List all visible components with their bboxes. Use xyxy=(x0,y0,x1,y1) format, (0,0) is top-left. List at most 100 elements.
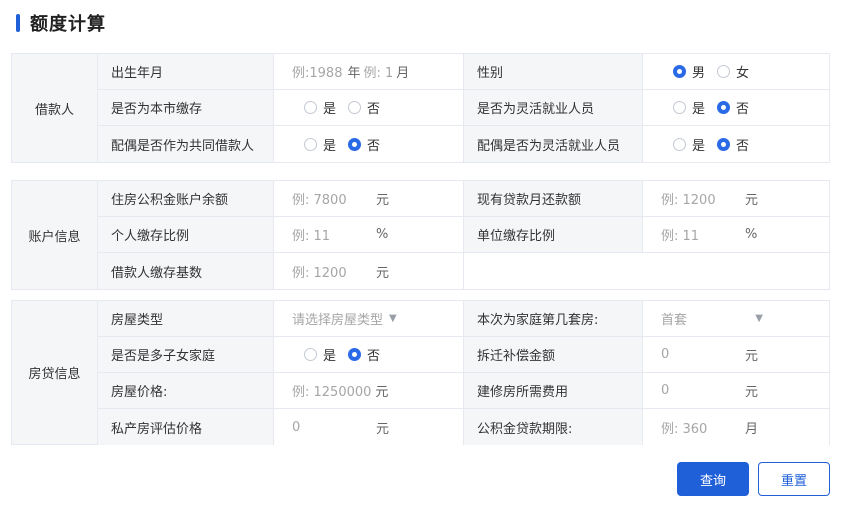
no-text: 否 xyxy=(736,138,750,154)
employer-ratio-field: 例: 11 % xyxy=(642,217,829,252)
gender-male-radio[interactable]: 男 xyxy=(673,62,705,81)
gender-female-radio[interactable]: 女 xyxy=(717,62,749,81)
construction-input[interactable]: 0 xyxy=(661,383,741,398)
birth-year-unit: 年 xyxy=(347,66,361,81)
monthly-repay-input[interactable]: 例: 1200 xyxy=(661,189,741,208)
birth-month-input[interactable]: 例: 1 xyxy=(363,62,393,81)
construction-label: 建修房所需费用 xyxy=(463,373,642,408)
monthly-repay-label: 现有贷款月还款额 xyxy=(463,181,642,216)
employer-ratio-input[interactable]: 例: 11 xyxy=(661,225,741,244)
nth-house-select[interactable]: 首套 ▼ xyxy=(642,301,829,336)
multi-child-yes-radio[interactable]: 是 xyxy=(304,345,336,364)
gender-label: 性别 xyxy=(463,54,642,89)
construction-field: 0 元 xyxy=(642,373,829,408)
spouse-coborrower-yes-radio[interactable]: 是 xyxy=(304,135,336,154)
title-accent-bar xyxy=(16,14,20,32)
loan-row-3: 房屋价格: 例: 1250000 元 建修房所需费用 0 元 xyxy=(98,373,829,409)
relocation-input[interactable]: 0 xyxy=(661,347,741,362)
yes-text: 是 xyxy=(323,102,337,117)
price-input[interactable]: 例: 1250000 xyxy=(292,381,371,400)
multi-child-no-radio[interactable]: 否 xyxy=(348,345,380,364)
term-field: 例: 360 月 xyxy=(642,409,829,445)
personal-ratio-field: 例: 11 % xyxy=(273,217,463,252)
balance-label: 住房公积金账户余额 xyxy=(98,181,273,216)
no-text: 否 xyxy=(736,102,750,117)
multi-child-radio-group: 是 否 xyxy=(273,337,463,372)
relocation-field: 0 元 xyxy=(642,337,829,372)
radio-unchecked-icon xyxy=(673,101,686,114)
gender-radio-group: 男 女 xyxy=(642,54,829,89)
borrower-row-2: 是否为本市缴存 是 否 是否为灵活就业人员 是 否 xyxy=(98,90,829,126)
account-row-1: 住房公积金账户余额 例: 7800 元 现有贷款月还款额 例: 1200 元 xyxy=(98,181,829,217)
page-title: 额度计算 xyxy=(30,14,106,35)
spouse-coborrower-no-radio[interactable]: 否 xyxy=(348,135,380,154)
radio-checked-icon xyxy=(673,65,686,78)
local-deposit-radio-group: 是 否 xyxy=(273,90,463,125)
borrower-section-label: 借款人 xyxy=(12,54,98,162)
radio-unchecked-icon xyxy=(348,101,362,114)
term-input[interactable]: 例: 360 xyxy=(661,418,741,437)
price-field: 例: 1250000 元 xyxy=(273,373,463,408)
account-row-2: 个人缴存比例 例: 11 % 单位缴存比例 例: 11 % xyxy=(98,217,829,253)
query-button[interactable]: 查询 xyxy=(677,462,749,496)
term-unit: 月 xyxy=(745,421,759,437)
local-deposit-no-radio[interactable]: 否 xyxy=(348,98,380,117)
empty-cell xyxy=(642,253,829,289)
employer-ratio-label: 单位缴存比例 xyxy=(463,217,642,252)
spouse-coborrower-label: 配偶是否作为共同借款人 xyxy=(98,126,273,162)
yes-text: 是 xyxy=(323,138,337,154)
local-deposit-label: 是否为本市缴存 xyxy=(98,90,273,125)
price-label: 房屋价格: xyxy=(98,373,273,408)
base-field: 例: 1200 元 xyxy=(273,253,463,289)
relocation-label: 拆迁补偿金额 xyxy=(463,337,642,372)
account-row-3: 借款人缴存基数 例: 1200 元 xyxy=(98,253,829,289)
spouse-flexible-no-radio[interactable]: 否 xyxy=(717,135,749,154)
balance-input[interactable]: 例: 7800 xyxy=(292,189,372,208)
account-section: 账户信息 住房公积金账户余额 例: 7800 元 现有贷款月还款额 例: 120… xyxy=(11,180,830,290)
spouse-flexible-label: 配偶是否为灵活就业人员 xyxy=(463,126,642,162)
loan-row-2: 是否是多子女家庭 是 否 拆迁补偿金额 0 元 xyxy=(98,337,829,373)
balance-unit: 元 xyxy=(376,193,390,208)
flexible-radio-group: 是 否 xyxy=(642,90,829,125)
account-section-label: 账户信息 xyxy=(12,181,98,289)
flexible-no-radio[interactable]: 否 xyxy=(717,98,749,117)
birth-label: 出生年月 xyxy=(98,54,273,89)
loan-row-4: 私产房评估价格 0 元 公积金贷款期限: 例: 360 月 xyxy=(98,409,829,445)
radio-checked-icon xyxy=(717,101,731,114)
borrower-row-1: 出生年月 例:1988 年 例: 1 月 性别 男 女 xyxy=(98,54,829,90)
base-input[interactable]: 例: 1200 xyxy=(292,262,372,281)
personal-ratio-unit: % xyxy=(376,227,389,242)
gender-male-text: 男 xyxy=(692,66,706,81)
spouse-coborrower-radio-group: 是 否 xyxy=(273,126,463,162)
term-label: 公积金贷款期限: xyxy=(463,409,642,445)
personal-ratio-input[interactable]: 例: 11 xyxy=(292,225,372,244)
monthly-repay-unit: 元 xyxy=(745,193,759,208)
loan-section: 房贷信息 房屋类型 请选择房屋类型 ▼ 本次为家庭第几套房: 首套 ▼ 是否是多… xyxy=(11,300,830,445)
base-label: 借款人缴存基数 xyxy=(98,253,273,289)
spouse-flexible-yes-radio[interactable]: 是 xyxy=(673,135,705,154)
birth-inputs: 例:1988 年 例: 1 月 xyxy=(273,54,463,89)
house-type-placeholder: 请选择房屋类型 xyxy=(292,313,384,328)
radio-checked-icon xyxy=(348,348,362,361)
base-unit: 元 xyxy=(376,265,390,281)
reset-button[interactable]: 重置 xyxy=(758,462,830,496)
yes-text: 是 xyxy=(323,349,337,364)
flexible-yes-radio[interactable]: 是 xyxy=(673,98,705,117)
empty-cell xyxy=(463,253,642,289)
no-text: 否 xyxy=(367,349,381,364)
yes-text: 是 xyxy=(692,102,706,117)
nth-house-label: 本次为家庭第几套房: xyxy=(463,301,642,336)
employer-ratio-unit: % xyxy=(745,227,758,242)
local-deposit-yes-radio[interactable]: 是 xyxy=(304,98,336,117)
radio-unchecked-icon xyxy=(673,137,686,151)
caret-down-icon: ▼ xyxy=(755,313,763,324)
radio-unchecked-icon xyxy=(717,65,731,78)
private-eval-input[interactable]: 0 xyxy=(292,420,372,435)
no-text: 否 xyxy=(367,138,381,154)
birth-year-input[interactable]: 例:1988 xyxy=(292,62,342,81)
radio-checked-icon xyxy=(348,137,362,151)
nth-house-value: 首套 xyxy=(661,313,688,328)
house-type-select[interactable]: 请选择房屋类型 ▼ xyxy=(273,301,463,336)
multi-child-label: 是否是多子女家庭 xyxy=(98,337,273,372)
radio-unchecked-icon xyxy=(304,101,317,114)
